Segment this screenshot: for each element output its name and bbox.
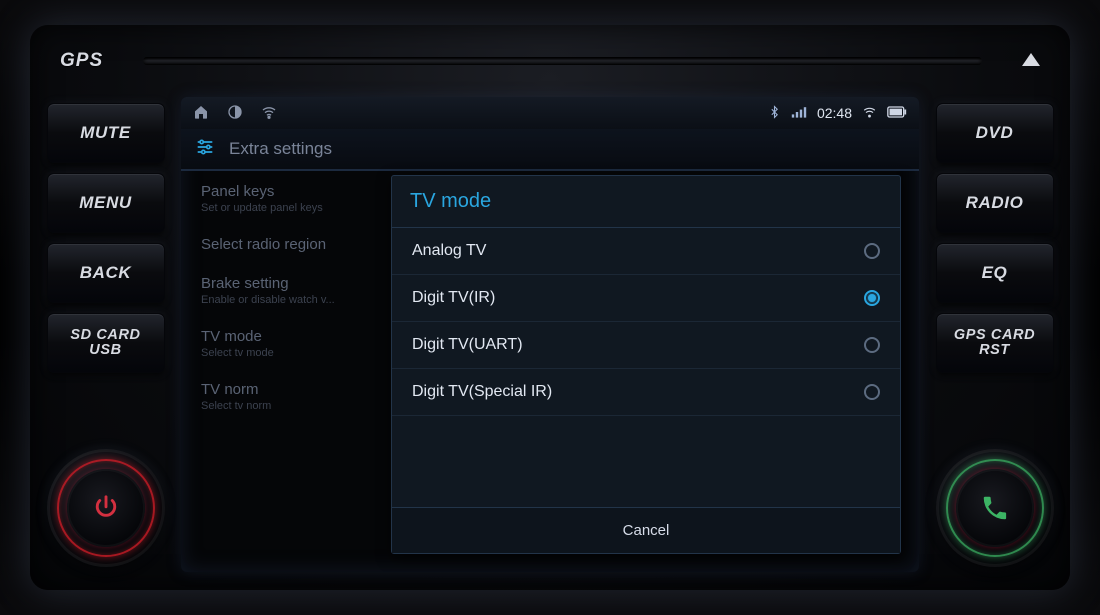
page-title: Extra settings [229,139,332,159]
setting-panel-keys[interactable]: Panel keys Set or update panel keys [201,183,375,214]
back-button[interactable]: BACK [47,243,165,303]
option-label: Digit TV(UART) [412,336,523,354]
wifi-status-icon [862,105,877,122]
setting-title: Select radio region [201,236,375,253]
setting-radio-region[interactable]: Select radio region [201,236,375,253]
contrast-icon[interactable] [227,104,243,123]
radio-icon [864,384,880,400]
top-bezel: GPS [30,25,1070,97]
radio-label: RADIO [966,194,1024,212]
phone-icon [980,493,1010,523]
status-bar: 02:48 [181,97,919,129]
option-digit-tv-ir[interactable]: Digit TV(IR) [392,275,900,322]
setting-desc: Enable or disable watch v... [201,294,375,306]
disc-slot[interactable] [143,57,982,65]
gpscard-rst-label: GPS CARD RST [954,328,1035,358]
option-digit-tv-uart[interactable]: Digit TV(UART) [392,322,900,369]
tv-mode-dialog: TV mode Analog TV Digit TV(IR) Digit TV(… [391,175,901,554]
eject-button[interactable] [1022,50,1040,72]
menu-label: MENU [79,194,131,212]
radio-icon [864,243,880,259]
setting-tv-mode[interactable]: TV mode Select tv mode [201,328,375,359]
radio-icon [864,337,880,353]
mute-label: MUTE [80,124,131,142]
cancel-label: Cancel [623,522,670,539]
option-label: Analog TV [412,242,486,260]
head-unit: GPS MUTE MENU BACK SD CARD USB [30,25,1070,590]
power-volume-knob[interactable] [47,449,165,567]
setting-tv-norm[interactable]: TV norm Select tv norm [201,381,375,412]
eq-button[interactable]: EQ [936,243,1054,303]
eq-label: EQ [982,264,1008,282]
setting-brake[interactable]: Brake setting Enable or disable watch v.… [201,275,375,306]
clock: 02:48 [817,105,852,121]
home-icon[interactable] [193,104,209,123]
setting-desc: Select tv norm [201,400,375,412]
wifi-icon [261,104,277,123]
main-row: MUTE MENU BACK SD CARD USB [30,97,1070,590]
signal-icon [791,105,807,122]
dvd-label: DVD [976,124,1014,142]
title-bar: Extra settings [181,129,919,171]
power-icon [91,493,121,523]
option-digit-tv-special-ir[interactable]: Digit TV(Special IR) [392,369,900,416]
mute-button[interactable]: MUTE [47,103,165,163]
option-label: Digit TV(IR) [412,289,495,307]
setting-title: Brake setting [201,275,375,292]
setting-title: TV mode [201,328,375,345]
radio-icon [864,290,880,306]
setting-desc: Set or update panel keys [201,202,375,214]
sdcard-usb-button[interactable]: SD CARD USB [47,313,165,373]
bluetooth-icon [768,104,781,123]
settings-list[interactable]: Panel keys Set or update panel keys Sele… [181,171,391,572]
right-button-column: DVD RADIO EQ GPS CARD RST [927,97,1062,580]
setting-title: TV norm [201,381,375,398]
sliders-icon [195,137,215,162]
setting-title: Panel keys [201,183,375,200]
tune-knob[interactable] [936,449,1054,567]
battery-icon [887,106,907,121]
radio-button[interactable]: RADIO [936,173,1054,233]
dialog-title: TV mode [392,176,900,228]
left-button-column: MUTE MENU BACK SD CARD USB [38,97,173,580]
setting-desc: Select tv mode [201,347,375,359]
option-analog-tv[interactable]: Analog TV [392,228,900,275]
gps-label: GPS [60,50,103,72]
menu-button[interactable]: MENU [47,173,165,233]
back-label: BACK [80,264,132,282]
gpscard-rst-button[interactable]: GPS CARD RST [936,313,1054,373]
option-label: Digit TV(Special IR) [412,383,552,401]
sdcard-usb-label: SD CARD USB [70,328,140,358]
content-area: Panel keys Set or update panel keys Sele… [181,171,919,572]
eject-icon [1022,53,1040,66]
cancel-button[interactable]: Cancel [392,507,900,553]
dvd-button[interactable]: DVD [936,103,1054,163]
dialog-options: Analog TV Digit TV(IR) Digit TV(UART) [392,228,900,507]
screen: 02:48 Extra settings Panel keys Set or u… [181,97,919,572]
